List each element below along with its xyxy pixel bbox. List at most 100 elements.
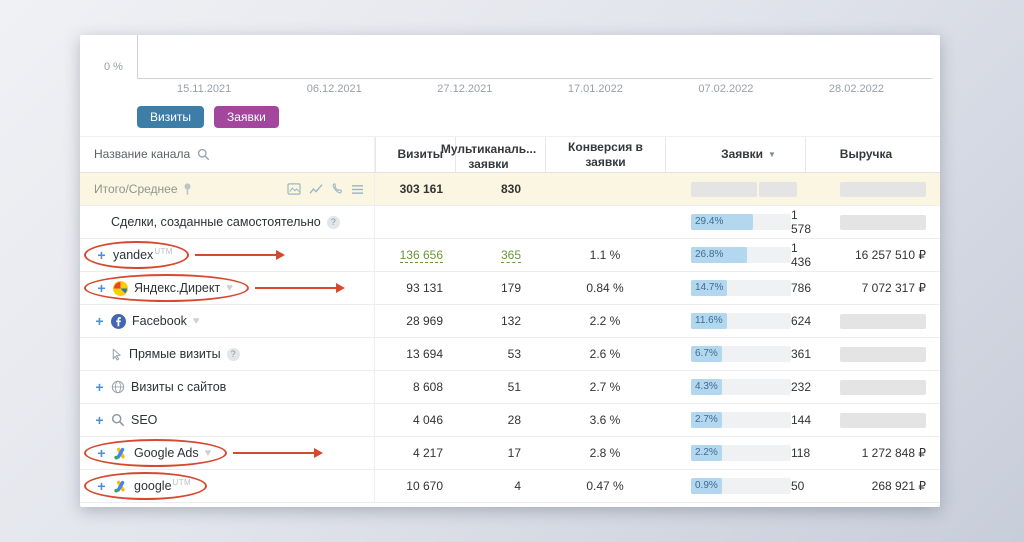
total-label-cell: Итого/Среднее [80, 173, 375, 205]
channel-name-group: + Google Ads ♥ [84, 439, 227, 467]
list-icon[interactable] [351, 184, 364, 195]
seo-icon [111, 413, 125, 427]
conversion-cell [545, 206, 665, 238]
annotation-arrow [255, 287, 343, 289]
conversion-header-line2: заявки [585, 155, 625, 170]
table-row[interactable]: +Сделки, созданные самостоятельно? 29.4%1… [80, 206, 940, 239]
search-icon[interactable] [197, 148, 210, 161]
pin-icon [183, 183, 192, 195]
favorite-heart-icon[interactable]: ♥ [205, 447, 212, 459]
channel-name[interactable]: Facebook [132, 314, 187, 328]
help-icon[interactable]: ? [227, 348, 240, 361]
expand-icon[interactable]: + [94, 412, 105, 428]
chart-x-tick-label: 27.12.2021 [437, 83, 492, 95]
leads-header-label: Заявки [721, 147, 763, 162]
leads-percent: 4.3% [691, 379, 722, 395]
column-header-conversion[interactable]: Конверсия в заявки [545, 137, 665, 172]
chart-legend: Визиты Заявки [80, 98, 940, 136]
channel-name[interactable]: Google Ads [134, 446, 199, 460]
phone-icon[interactable] [331, 183, 343, 195]
chart-x-axis [137, 78, 932, 79]
leads-percent: 14.7% [691, 280, 727, 296]
multichannel-value: 53 [508, 347, 521, 361]
channel-name-group: +Сделки, созданные самостоятельно? [94, 214, 340, 230]
conversion-cell: 2.8 % [545, 437, 665, 469]
column-header-multichannel[interactable]: Мультиканаль... заявки [455, 137, 545, 172]
leads-percent: 2.2% [691, 445, 722, 461]
conversion-cell: 3.6 % [545, 404, 665, 436]
leads-cell: 29.4%1 578 [665, 206, 805, 238]
expand-icon[interactable]: + [96, 280, 107, 296]
channel-name-group: + Facebook ♥ [94, 313, 199, 329]
table-row[interactable]: +SEO4 046283.6 %2.7%144 [80, 404, 940, 437]
leads-cell: 4.3%232 [665, 371, 805, 403]
channel-name[interactable]: Визиты с сайтов [131, 380, 226, 394]
table-row[interactable]: +Визиты с сайтов8 608512.7 %4.3%232 [80, 371, 940, 404]
leads-cell: 2.7%144 [665, 404, 805, 436]
multichannel-value: 51 [508, 380, 521, 394]
yandex-direct-icon [113, 281, 128, 296]
table-row[interactable]: +Facebook♥28 9691322.2 %11.6%624 [80, 305, 940, 338]
table-row[interactable]: +yandexUTM136 6563651.1 %26.8%1 43616 25… [80, 239, 940, 272]
cursor-icon [110, 348, 123, 361]
leads-cell: 11.6%624 [665, 305, 805, 337]
total-multichannel: 830 [455, 173, 545, 205]
table-row[interactable]: +Яндекс.Директ♥93 1311790.84 %14.7%7867 … [80, 272, 940, 305]
expand-icon[interactable]: + [94, 379, 105, 395]
multichannel-cell: 4 [455, 470, 545, 502]
visits-cell: 4 046 [375, 404, 455, 436]
chart-y-axis [137, 35, 138, 78]
favorite-heart-icon[interactable]: ♥ [193, 315, 200, 327]
multichannel-value: 4 [514, 479, 521, 493]
expand-icon[interactable]: + [96, 478, 107, 494]
channel-cell: + yandexUTM [80, 239, 375, 271]
image-icon[interactable] [287, 183, 301, 195]
channel-cell: + Яндекс.Директ ♥ [80, 272, 375, 304]
channel-cell: + Визиты с сайтов [80, 371, 375, 403]
channel-name[interactable]: googleUTM [134, 478, 191, 493]
chart-x-tick-label: 06.12.2021 [307, 83, 362, 95]
channel-cell: + Google Ads ♥ [80, 437, 375, 469]
visits-value[interactable]: 136 656 [400, 248, 443, 263]
expand-icon[interactable]: + [96, 445, 107, 461]
chart-x-tick-label: 17.01.2022 [568, 83, 623, 95]
table-row[interactable]: Прямые визиты?13 694532.6 %6.7%361 [80, 338, 940, 371]
multichannel-cell: 179 [455, 272, 545, 304]
visits-value: 93 131 [406, 281, 443, 295]
expand-icon[interactable]: + [94, 313, 105, 329]
multichannel-value[interactable]: 365 [501, 248, 521, 263]
leads-toggle-button[interactable]: Заявки [214, 106, 279, 128]
channel-name[interactable]: SEO [131, 413, 157, 427]
channel-name[interactable]: Сделки, созданные самостоятельно [111, 215, 321, 229]
channel-name[interactable]: yandexUTM [113, 247, 173, 262]
hidden-value-placeholder [840, 182, 926, 197]
channel-cell: + googleUTM [80, 470, 375, 502]
chart-x-ticks: 15.11.202106.12.202127.12.202117.01.2022… [137, 83, 932, 95]
sort-desc-icon[interactable]: ▼ [768, 150, 776, 160]
visits-value: 10 670 [406, 479, 443, 493]
annotation-arrow [195, 254, 283, 256]
column-header-revenue[interactable]: Выручка [805, 137, 940, 172]
conversion-header-line1: Конверсия в [568, 140, 643, 155]
channel-name[interactable]: Яндекс.Директ [134, 281, 220, 295]
column-header-channel[interactable]: Название канала [80, 137, 375, 172]
table-row[interactable]: +googleUTM10 67040.47 %0.9%50268 921 ₽ [80, 470, 940, 503]
visits-cell: 8 608 [375, 371, 455, 403]
annotation-arrow [233, 452, 321, 454]
revenue-value: 16 257 510 ₽ [855, 248, 926, 262]
multichannel-cell [455, 206, 545, 238]
help-icon[interactable]: ? [327, 216, 340, 229]
leads-cell: 0.9%50 [665, 470, 805, 502]
conversion-cell: 0.84 % [545, 272, 665, 304]
favorite-heart-icon[interactable]: ♥ [226, 282, 233, 294]
expand-icon[interactable]: + [96, 247, 107, 263]
column-header-leads[interactable]: Заявки ▼ [665, 137, 805, 172]
facebook-icon [111, 314, 126, 329]
multichannel-cell: 132 [455, 305, 545, 337]
table-row[interactable]: +Google Ads♥4 217172.8 %2.2%1181 272 848… [80, 437, 940, 470]
channel-name[interactable]: Прямые визиты [129, 347, 221, 361]
line-chart-icon[interactable] [309, 183, 323, 195]
visits-toggle-button[interactable]: Визиты [137, 106, 204, 128]
conversion-cell: 0.47 % [545, 470, 665, 502]
multichannel-value: 17 [508, 446, 521, 460]
